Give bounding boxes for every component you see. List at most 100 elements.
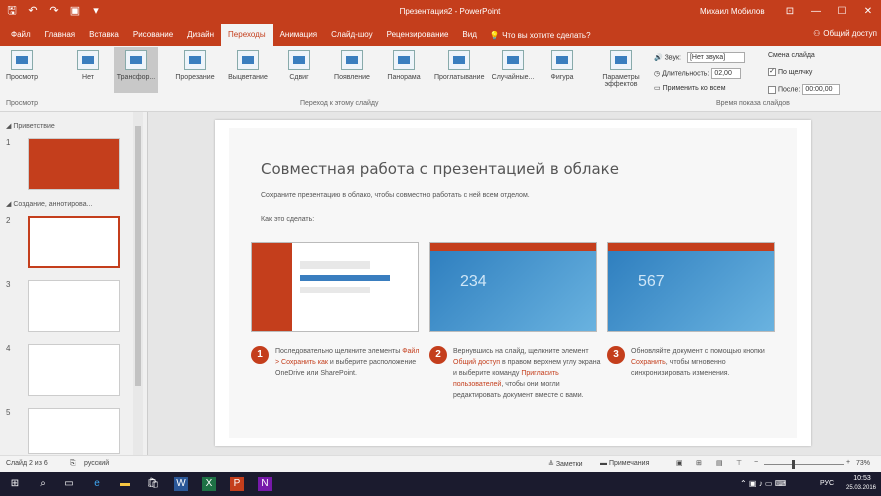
tab-slideshow[interactable]: Слайд-шоу: [324, 24, 379, 46]
slide-title[interactable]: Совместная работа с презентацией в облак…: [261, 160, 619, 178]
after-checkbox[interactable]: После: 00:00,00: [768, 84, 841, 95]
duration-label: Длительность:: [662, 70, 710, 78]
slide-thumbnail-4[interactable]: [28, 344, 120, 396]
tab-view[interactable]: Вид: [455, 24, 483, 46]
excel-icon[interactable]: X: [202, 477, 216, 491]
transition-wipe-icon: [341, 50, 363, 70]
zoom-level[interactable]: 73%: [856, 460, 870, 467]
transition-cut[interactable]: Прорезание: [170, 50, 220, 81]
zoom-slider-handle[interactable]: [792, 460, 795, 469]
reading-view-icon[interactable]: ▤: [716, 459, 723, 467]
windows-start-icon[interactable]: ⊞: [8, 477, 22, 491]
tell-me-text: Что вы хотите сделать?: [502, 30, 591, 40]
transition-pan[interactable]: Панорама: [380, 50, 428, 81]
comments-button[interactable]: ▬ Примечания: [600, 460, 649, 467]
section-create[interactable]: ◢ Создание, аннотирова...: [6, 200, 92, 208]
transition-label: Появление: [334, 74, 370, 81]
undo-icon[interactable]: ↶: [27, 5, 39, 17]
powerpoint-icon[interactable]: P: [230, 477, 244, 491]
step-text-3[interactable]: Обновляйте документ с помощью кнопки Сох…: [631, 346, 779, 379]
screenshot-number: 567: [638, 273, 665, 290]
maximize-button[interactable]: ☐: [829, 0, 855, 24]
step-text-1[interactable]: Последовательно щелкните элементы Файл >…: [275, 346, 423, 379]
file-explorer-icon[interactable]: ▬: [118, 477, 132, 491]
edge-icon[interactable]: e: [90, 477, 104, 491]
step-text: Последовательно щелкните элементы: [275, 348, 403, 355]
tab-file[interactable]: Файл: [4, 24, 38, 46]
thumbnails-scrollbar[interactable]: [133, 112, 143, 455]
slideshow-view-icon[interactable]: ⊤: [736, 459, 742, 467]
store-icon[interactable]: 🛍: [146, 477, 160, 491]
save-icon[interactable]: 🖫: [6, 5, 18, 17]
transition-label: Случайные...: [491, 74, 535, 81]
preview-button[interactable]: Просмотр: [4, 50, 40, 81]
tab-draw[interactable]: Рисование: [126, 24, 180, 46]
quick-access-toolbar: 🖫 ↶ ↷ ▣ ▾: [6, 5, 102, 17]
zoom-in-button[interactable]: +: [846, 459, 850, 466]
share-button[interactable]: ⚇ Общий доступ: [813, 29, 877, 38]
system-tray-icons[interactable]: ⌃ ▣ ♪ ▭ ⌨: [740, 479, 786, 488]
transition-none[interactable]: Нет: [66, 50, 110, 81]
search-icon[interactable]: ⌕: [36, 477, 50, 491]
transition-push[interactable]: Сдвиг: [282, 50, 316, 81]
clock-time[interactable]: 10:53: [846, 475, 878, 482]
tab-animations[interactable]: Анимация: [273, 24, 325, 46]
slide-thumbnail-3[interactable]: [28, 280, 120, 332]
tab-review[interactable]: Рецензирование: [380, 24, 456, 46]
slide-canvas[interactable]: Совместная работа с презентацией в облак…: [215, 120, 811, 446]
slide-sorter-icon[interactable]: ⊞: [696, 459, 702, 467]
normal-view-icon[interactable]: ▣: [676, 459, 683, 467]
minimize-button[interactable]: —: [803, 0, 829, 24]
transition-cut-icon: [184, 50, 206, 70]
clock-date[interactable]: 25.03.2016: [842, 485, 880, 491]
transition-random[interactable]: Случайные...: [488, 50, 538, 81]
zoom-slider[interactable]: [764, 464, 844, 465]
tab-home[interactable]: Главная: [38, 24, 82, 46]
tell-me-box[interactable]: 💡 Что вы хотите сделать?: [484, 31, 591, 40]
customize-qat-icon[interactable]: ▾: [90, 5, 102, 17]
onenote-icon[interactable]: N: [258, 477, 272, 491]
slide-how-label[interactable]: Как это сделать:: [261, 216, 314, 223]
on-click-label: По щелчку: [778, 68, 813, 76]
duration-input[interactable]: 02,00: [711, 68, 742, 79]
user-name[interactable]: Михаил Мобилов: [700, 7, 765, 16]
step-text-2[interactable]: Вернувшись на слайд, щелкните элемент Об…: [453, 346, 601, 401]
transition-label: Выцветание: [228, 74, 268, 81]
spellcheck-icon[interactable]: ⎘: [70, 460, 76, 468]
after-input[interactable]: 00:00,00: [802, 84, 841, 95]
screenshot-3: 567: [607, 242, 775, 332]
start-slideshow-icon[interactable]: ▣: [69, 5, 81, 17]
slide-thumbnail-1[interactable]: [28, 138, 120, 190]
section-welcome[interactable]: ◢ Приветствие: [6, 122, 55, 130]
zoom-out-button[interactable]: −: [754, 459, 758, 466]
ribbon-tabs: Файл Главная Вставка Рисование Дизайн Пе…: [0, 24, 881, 46]
tab-insert[interactable]: Вставка: [82, 24, 126, 46]
transition-wipe[interactable]: Появление: [328, 50, 376, 81]
input-language[interactable]: РУС: [820, 480, 834, 487]
transition-morph[interactable]: Трансфор...: [114, 47, 158, 93]
transition-swallow[interactable]: Проглатывание: [434, 50, 484, 81]
word-icon[interactable]: W: [174, 477, 188, 491]
apply-all-button[interactable]: ▭ Применить ко всем: [654, 84, 726, 92]
slide-thumbnail-5[interactable]: [28, 408, 120, 454]
group-timing-label: Время показа слайдов: [716, 100, 790, 107]
tab-design[interactable]: Дизайн: [180, 24, 221, 46]
transition-shape[interactable]: Фигура: [544, 50, 580, 81]
status-bar: Слайд 2 из 6 ⎘ русский ≜ Заметки ▬ Приме…: [0, 455, 881, 472]
notes-button[interactable]: ≜ Заметки: [548, 460, 583, 468]
tab-transitions[interactable]: Переходы: [221, 24, 273, 46]
slide-thumbnails-pane[interactable]: ◢ Приветствие 1 ◢ Создание, аннотирова..…: [0, 112, 148, 455]
language-indicator[interactable]: русский: [84, 460, 109, 467]
close-button[interactable]: ✕: [855, 0, 881, 24]
redo-icon[interactable]: ↷: [48, 5, 60, 17]
scrollbar-thumb[interactable]: [135, 126, 141, 386]
slide-subtitle[interactable]: Сохраните презентацию в облако, чтобы со…: [261, 192, 530, 199]
slide-thumbnail-2[interactable]: [28, 216, 120, 268]
effect-options-button[interactable]: Параметры эффектов: [596, 50, 646, 88]
ribbon-display-options-icon[interactable]: ⊡: [777, 0, 803, 24]
sound-dropdown[interactable]: [Нет звука]: [686, 52, 745, 63]
section-label: Создание, аннотирова...: [13, 201, 93, 208]
on-click-checkbox[interactable]: ✓ По щелчку: [768, 68, 812, 76]
task-view-icon[interactable]: ▭: [62, 477, 76, 491]
transition-fade[interactable]: Выцветание: [224, 50, 272, 81]
